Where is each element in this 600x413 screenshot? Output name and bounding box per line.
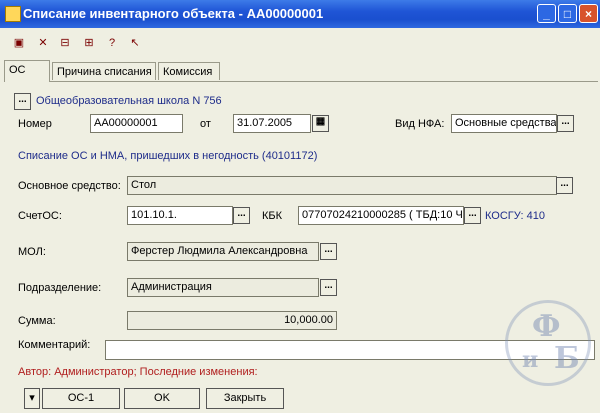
account-label: СчетОС:	[18, 210, 62, 222]
sum-field: 10,000.00	[127, 311, 337, 330]
maximize-button[interactable]: □	[558, 4, 577, 23]
nfa-field[interactable]: Основные средства	[451, 114, 557, 133]
date-field[interactable]: 31.07.2005	[233, 114, 311, 133]
org-name: Общеобразовательная школа N 756	[36, 95, 222, 107]
kbk-field[interactable]: 07707024210000285 ( ТБД:10 Ч	[298, 206, 464, 225]
asset-select-button[interactable]: ...	[556, 177, 573, 194]
title-bar: Списание инвентарного объекта - АА000000…	[0, 0, 600, 28]
mol-select-button[interactable]: ...	[320, 243, 337, 260]
doc-post-icon[interactable]: ▣	[12, 36, 26, 50]
kosgu-text: КОСГУ: 410	[485, 210, 545, 222]
close-window-button[interactable]: ×	[579, 4, 598, 23]
kbk-select-button[interactable]: ...	[464, 207, 481, 224]
org-select-button[interactable]: ...	[14, 93, 31, 110]
window-title: Списание инвентарного объекта - АА000000…	[23, 6, 324, 21]
tab-reason[interactable]: Причина списания	[52, 62, 156, 80]
asset-field[interactable]: Стол	[127, 176, 557, 195]
tab-commission[interactable]: Комиссия	[158, 62, 220, 80]
print-dropdown-button[interactable]: ▾	[24, 388, 40, 409]
context-help-icon[interactable]: ↖	[128, 36, 142, 50]
nfa-select-button[interactable]: ...	[557, 115, 574, 132]
watermark-logo: Ф и Б	[505, 300, 591, 386]
number-label: Номер	[18, 118, 52, 130]
doc-move-icon[interactable]: ⊟	[58, 36, 72, 50]
help-icon[interactable]: ?	[105, 36, 119, 50]
account-select-button[interactable]: ...	[233, 207, 250, 224]
sum-label: Сумма:	[18, 315, 56, 327]
minimize-button[interactable]: _	[537, 4, 556, 23]
account-field[interactable]: 101.10.1.	[127, 206, 233, 225]
nfa-label: Вид НФА:	[395, 118, 445, 130]
mol-field[interactable]: Ферстер Людмила Александровна	[127, 242, 319, 261]
toolbar: ▣ ✕ ⊟ ⊞ ? ↖	[0, 28, 600, 56]
os1-button[interactable]: ОС-1	[42, 388, 120, 409]
app-icon	[5, 6, 21, 22]
operation-text: Списание ОС и НМА, пришедших в негодност…	[18, 150, 318, 162]
document-window: Списание инвентарного объекта - АА000000…	[0, 0, 600, 413]
tab-os[interactable]: ОС	[4, 60, 50, 82]
date-label: от	[200, 118, 211, 130]
doc-structure-icon[interactable]: ⊞	[82, 36, 96, 50]
cancel-post-icon[interactable]: ✕	[36, 36, 50, 50]
close-button[interactable]: Закрыть	[206, 388, 284, 409]
dept-label: Подразделение:	[18, 282, 102, 294]
dept-select-button[interactable]: ...	[320, 279, 337, 296]
mol-label: МОЛ:	[18, 246, 46, 258]
ok-button[interactable]: OK	[124, 388, 200, 409]
kbk-label: КБК	[262, 210, 283, 222]
asset-label: Основное средство:	[18, 180, 121, 192]
author-text: Автор: Администратор; Последние изменени…	[18, 366, 258, 378]
comment-label: Комментарий:	[18, 339, 91, 351]
dept-field[interactable]: Администрация	[127, 278, 319, 297]
number-field[interactable]: АА00000001	[90, 114, 183, 133]
calendar-button[interactable]: ▦	[312, 115, 329, 132]
